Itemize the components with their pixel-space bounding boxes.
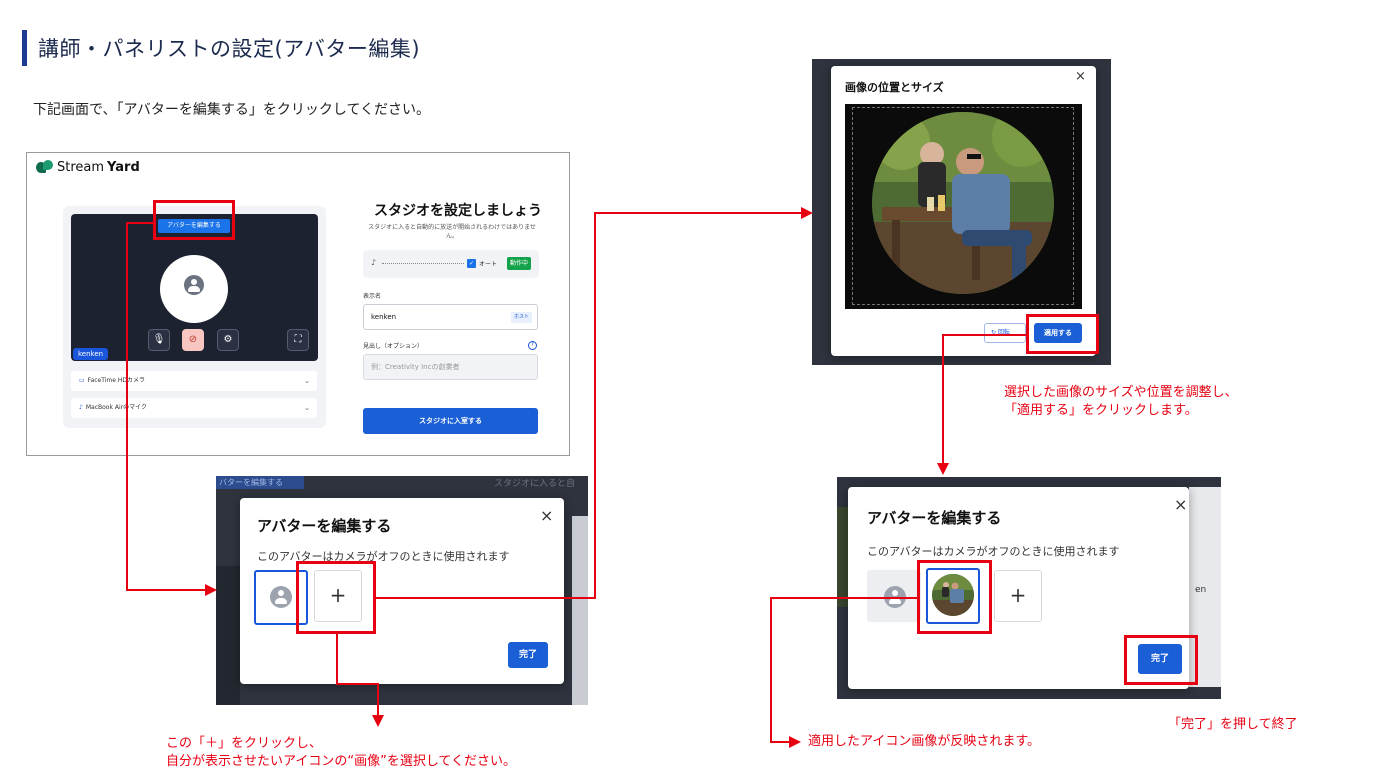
connector-line xyxy=(942,334,1027,336)
mic-toggle-button[interactable]: 🎙 xyxy=(148,329,170,351)
camera-off-icon: ⊘ xyxy=(188,334,198,345)
avatar-photo[interactable] xyxy=(872,112,1054,294)
highlight-applied-avatar xyxy=(917,560,992,634)
bg-left-panel xyxy=(216,566,240,705)
camera-icon: ▭ xyxy=(79,377,85,384)
connector-line xyxy=(942,334,944,464)
highlight-done xyxy=(1124,635,1198,685)
frame-icon: ⛶ xyxy=(294,334,302,345)
modal-title: 画像の位置とサイズ xyxy=(845,81,944,94)
apply-note: 選択した画像のサイズや位置を調整し、 「適用する」をクリックします。 xyxy=(1004,385,1238,418)
connector-line xyxy=(770,741,790,743)
chevron-down-icon: ⌄ xyxy=(304,404,310,412)
help-icon[interactable]: ? xyxy=(528,341,537,350)
arrow-down-icon xyxy=(372,715,384,727)
screen-frame-button[interactable]: ⛶ xyxy=(287,329,309,351)
camera-toggle-button[interactable]: ⊘ xyxy=(182,329,204,351)
mic-icon: 🎙 xyxy=(152,334,166,345)
done-button[interactable]: 完了 xyxy=(508,642,548,668)
intro-text: 下記画面で、「アバターを編集する」をクリックしてください。 xyxy=(33,102,431,118)
mic-level-row: ♪ ✓ オート 動作中 xyxy=(363,250,539,278)
image-crop-modal: 画像の位置とサイズ × ↻ 回転 適用する xyxy=(831,66,1096,356)
add-avatar-button[interactable]: + xyxy=(994,570,1042,622)
bg-text: スタジオに入ると自 xyxy=(494,479,576,489)
highlight-apply xyxy=(1026,314,1099,354)
connector-line xyxy=(377,683,379,716)
bg-side-panel xyxy=(572,516,588,705)
modal-description: このアバターはカメラがオフのときに使用されます xyxy=(867,545,1120,558)
display-name-label: 表示名 xyxy=(363,293,382,300)
chevron-down-icon: ⌄ xyxy=(304,377,310,385)
close-icon[interactable]: × xyxy=(540,506,553,525)
setup-subtitle: スタジオに入ると自動的に放送が開始されるわけではありません。 xyxy=(368,224,536,240)
mic-icon: ♪ xyxy=(371,258,377,267)
bg-edit-avatar-button: バターを編集する xyxy=(216,476,304,489)
headline-field[interactable]: 例：Creativity Incの創業者 xyxy=(363,354,538,380)
bg-text: en xyxy=(1195,585,1207,595)
highlight-edit-avatar xyxy=(153,200,235,240)
studio-setup-screenshot: Stream Yard アバターを編集する 🎙 ⊘ ⚙ ⛶ kenken ▭ Fac… xyxy=(26,152,570,456)
modal-description: このアバターはカメラがオフのときに使用されます xyxy=(257,550,510,563)
plus-icon: + xyxy=(1009,583,1027,607)
mic-level-meter xyxy=(382,263,464,264)
enter-studio-button[interactable]: スタジオに入室する xyxy=(363,408,538,434)
connector-line xyxy=(376,597,596,599)
page-title: 講師・パネリストの設定(アバター編集) xyxy=(38,37,421,61)
active-badge: 動作中 xyxy=(507,257,532,270)
connector-line xyxy=(594,212,802,214)
connector-line xyxy=(126,589,206,591)
close-icon[interactable]: × xyxy=(1174,495,1187,514)
user-icon xyxy=(270,586,292,608)
crop-area[interactable] xyxy=(845,104,1082,309)
avatar-edit-screenshot: バターを編集する スタジオに入ると自 アバターを編集する × このアバターはカメ… xyxy=(216,476,588,705)
settings-button[interactable]: ⚙ xyxy=(217,329,239,351)
arrow-right-icon xyxy=(205,584,217,596)
modal-title: アバターを編集する xyxy=(257,517,392,535)
gear-icon: ⚙ xyxy=(223,334,233,345)
avatar-placeholder xyxy=(160,255,228,323)
auto-checkbox[interactable]: ✓ xyxy=(467,259,476,268)
avatar-edit-modal: アバターを編集する × このアバターはカメラがオフのときに使用されます + 完了 xyxy=(240,498,564,684)
headline-label: 見出し（オプション） xyxy=(363,343,424,350)
plus-note: この「＋」をクリックし、 自分が表示させたいアイコンの“画像”を選択してください… xyxy=(166,736,517,769)
reflect-note: 適用したアイコン画像が反映されます。 xyxy=(808,734,1041,749)
connector-line xyxy=(126,222,128,591)
streamyard-bird-icon xyxy=(36,160,54,175)
auto-label: オート xyxy=(479,261,498,268)
close-icon[interactable]: × xyxy=(1075,69,1086,84)
mic-icon: ♪ xyxy=(79,404,83,411)
connector-line xyxy=(126,222,154,224)
connector-line xyxy=(336,634,338,684)
done-note: 「完了」を押して終了 xyxy=(1168,717,1298,732)
title-accent-bar xyxy=(22,30,27,66)
connector-line xyxy=(594,212,596,599)
highlight-plus xyxy=(296,561,376,634)
display-name-field[interactable]: kenken ホスト xyxy=(363,304,538,330)
arrow-down-icon xyxy=(937,463,949,475)
connector-line xyxy=(770,597,772,743)
default-avatar-tile[interactable] xyxy=(867,570,921,622)
bg-left-panel xyxy=(837,507,848,607)
arrow-right-icon xyxy=(801,207,813,219)
streamyard-logo: Stream Yard xyxy=(36,160,140,175)
rotate-button[interactable]: ↻ 回転 xyxy=(984,323,1026,343)
mic-select[interactable]: ♪ MacBook Airのマイク ⌄ xyxy=(71,398,317,418)
name-tag: kenken xyxy=(73,348,109,360)
arrow-right-icon xyxy=(789,736,801,748)
connector-line xyxy=(336,683,379,685)
user-icon xyxy=(184,275,204,295)
avatar-photo-image xyxy=(872,112,1054,294)
modal-title: アバターを編集する xyxy=(867,509,1002,527)
host-badge: ホスト xyxy=(510,312,532,323)
camera-select[interactable]: ▭ FaceTime HDカメラ ⌄ xyxy=(71,371,317,391)
connector-line xyxy=(770,597,918,599)
setup-title: スタジオを設定しましょう xyxy=(374,203,542,219)
